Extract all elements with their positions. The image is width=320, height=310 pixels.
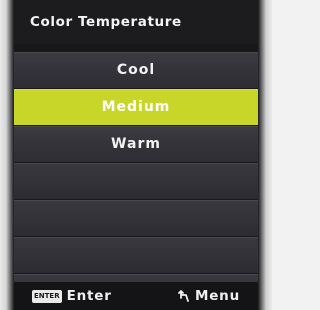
enter-label: Enter <box>66 288 112 304</box>
return-arrow-icon <box>178 290 189 302</box>
footer-bar: ENTER Enter Menu <box>14 282 258 310</box>
enter-key-icon: ENTER <box>32 289 62 303</box>
option-medium[interactable]: Medium <box>14 89 258 125</box>
color-temperature-menu: Cool Medium Warm <box>14 52 258 310</box>
enter-hint[interactable]: ENTER Enter <box>32 286 112 306</box>
option-cool[interactable]: Cool <box>14 52 258 88</box>
empty-row <box>14 163 258 199</box>
empty-row <box>14 200 258 236</box>
osd-screen: Color Temperature Cool Medium Warm ENTER… <box>14 0 258 310</box>
menu-hint[interactable]: Menu <box>178 286 240 306</box>
title-bar: Color Temperature <box>14 0 258 44</box>
empty-row <box>14 237 258 273</box>
option-warm[interactable]: Warm <box>14 126 258 162</box>
page-title: Color Temperature <box>30 14 182 30</box>
menu-label: Menu <box>194 288 240 304</box>
